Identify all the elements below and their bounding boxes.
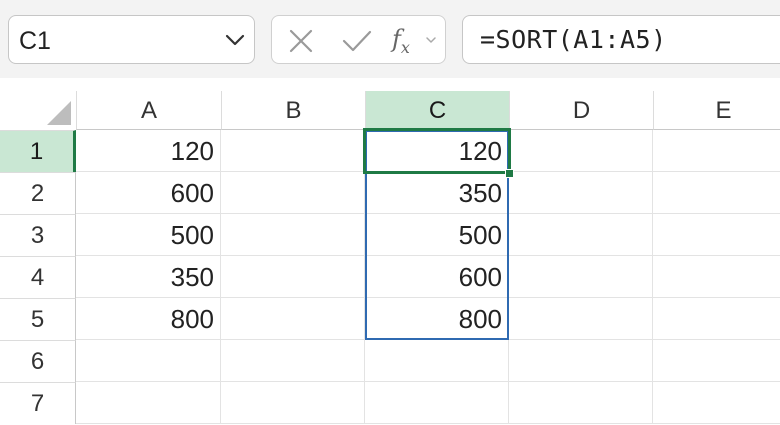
cell-e5[interactable] bbox=[653, 298, 780, 340]
cell-c3[interactable]: 500 bbox=[365, 214, 509, 256]
name-box[interactable]: C1 bbox=[8, 15, 255, 64]
cell-b5[interactable] bbox=[221, 298, 365, 340]
cell-e1[interactable] bbox=[653, 130, 780, 172]
cell-c2[interactable]: 350 bbox=[365, 172, 509, 214]
cell-e7[interactable] bbox=[653, 382, 780, 424]
cell-d2[interactable] bbox=[509, 172, 653, 214]
column-header-d[interactable]: D bbox=[509, 91, 653, 130]
cell-d3[interactable] bbox=[509, 214, 653, 256]
cell-c6[interactable] bbox=[365, 340, 509, 382]
row-header-5[interactable]: 5 bbox=[0, 298, 76, 340]
cell-e4[interactable] bbox=[653, 256, 780, 298]
function-icon[interactable]: fx bbox=[392, 25, 410, 57]
row-header-1[interactable]: 1 bbox=[0, 130, 76, 172]
row-header-2[interactable]: 2 bbox=[0, 172, 76, 214]
cell-b3[interactable] bbox=[221, 214, 365, 256]
column-header-c[interactable]: C bbox=[365, 91, 509, 130]
cell-d6[interactable] bbox=[509, 340, 653, 382]
cell-a4[interactable]: 350 bbox=[76, 256, 221, 298]
select-all-corner[interactable] bbox=[0, 91, 76, 130]
cell-b4[interactable] bbox=[221, 256, 365, 298]
chevron-down-icon[interactable] bbox=[224, 30, 246, 50]
cell-b6[interactable] bbox=[221, 340, 365, 382]
row-header-3[interactable]: 3 bbox=[0, 214, 76, 256]
column-header-b[interactable]: B bbox=[221, 91, 365, 130]
chevron-down-icon[interactable] bbox=[425, 35, 437, 45]
cell-a5[interactable]: 800 bbox=[76, 298, 221, 340]
cell-d5[interactable] bbox=[509, 298, 653, 340]
cell-c4[interactable]: 600 bbox=[365, 256, 509, 298]
cancel-icon[interactable] bbox=[287, 28, 315, 54]
formula-buttons: fx bbox=[271, 15, 446, 64]
cell-d1[interactable] bbox=[509, 130, 653, 172]
cell-d7[interactable] bbox=[509, 382, 653, 424]
select-all-triangle-icon bbox=[47, 101, 71, 125]
row-header-6[interactable]: 6 bbox=[0, 340, 76, 382]
row-header-7[interactable]: 7 bbox=[0, 382, 76, 424]
row-header-4[interactable]: 4 bbox=[0, 256, 76, 298]
cell-e2[interactable] bbox=[653, 172, 780, 214]
name-box-value: C1 bbox=[19, 27, 51, 55]
cell-a6[interactable] bbox=[76, 340, 221, 382]
cell-e6[interactable] bbox=[653, 340, 780, 382]
column-header-a[interactable]: A bbox=[76, 91, 221, 130]
cell-c7[interactable] bbox=[365, 382, 509, 424]
cell-c5[interactable]: 800 bbox=[365, 298, 509, 340]
cell-b1[interactable] bbox=[221, 130, 365, 172]
cell-a7[interactable] bbox=[76, 382, 221, 424]
cell-b2[interactable] bbox=[221, 172, 365, 214]
cell-c1[interactable]: 120 bbox=[365, 130, 509, 172]
column-header-e[interactable]: E bbox=[653, 91, 780, 130]
cell-d4[interactable] bbox=[509, 256, 653, 298]
cell-a2[interactable]: 600 bbox=[76, 172, 221, 214]
spreadsheet-grid: A B C D E 1 120 120 2 600 350 3 500 500 4 350 600 5 800 800… bbox=[0, 78, 780, 424]
formula-bar: C1 fx =SORT(A1:A5) bbox=[0, 0, 780, 78]
cell-a1[interactable]: 120 bbox=[76, 130, 221, 172]
formula-input[interactable]: =SORT(A1:A5) bbox=[462, 15, 780, 64]
cell-b7[interactable] bbox=[221, 382, 365, 424]
cell-e3[interactable] bbox=[653, 214, 780, 256]
checkmark-icon[interactable] bbox=[341, 28, 373, 54]
cell-a3[interactable]: 500 bbox=[76, 214, 221, 256]
formula-text: =SORT(A1:A5) bbox=[480, 25, 667, 54]
